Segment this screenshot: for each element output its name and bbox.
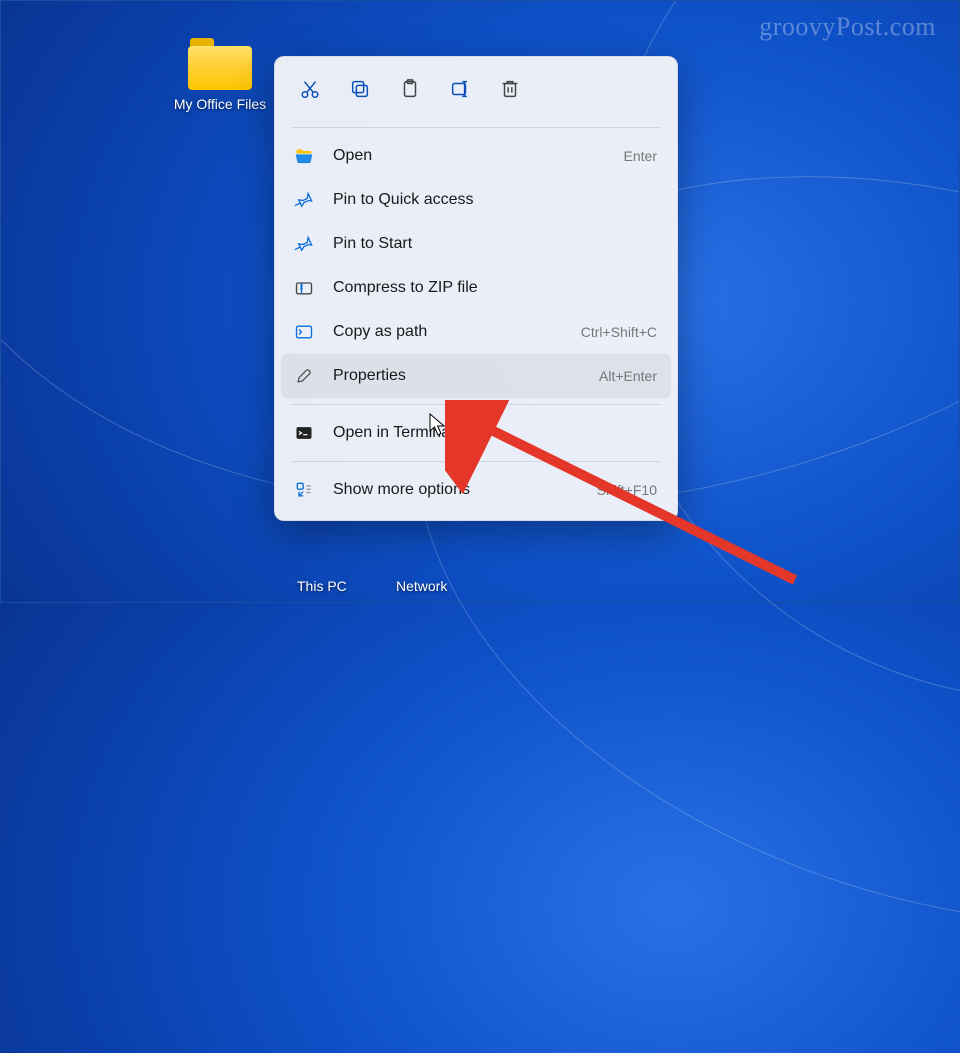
menu-item-label: Compress to ZIP file (333, 279, 639, 297)
menu-item-shortcut: Shift+F10 (597, 482, 657, 498)
open-folder-icon (293, 145, 315, 167)
context-menu-separator (291, 461, 661, 462)
menu-item-properties[interactable]: Properties Alt+Enter (281, 354, 671, 398)
menu-item-zip[interactable]: Compress to ZIP file (281, 266, 671, 310)
terminal-icon (293, 422, 315, 444)
desktop-folder[interactable]: My Office Files (170, 38, 270, 112)
properties-icon (293, 365, 315, 387)
cut-icon[interactable] (289, 69, 331, 109)
desktop-label-this-pc[interactable]: This PC (297, 578, 347, 594)
menu-item-label: Pin to Quick access (333, 191, 639, 209)
context-menu: Open Enter Pin to Quick access Pin to St… (274, 56, 678, 521)
pin-icon (293, 189, 315, 211)
menu-item-open[interactable]: Open Enter (281, 134, 671, 178)
menu-item-pin-quick[interactable]: Pin to Quick access (281, 178, 671, 222)
delete-icon[interactable] (489, 69, 531, 109)
menu-item-terminal[interactable]: Open in Terminal (281, 411, 671, 455)
context-menu-separator (291, 404, 661, 405)
rename-icon[interactable] (439, 69, 481, 109)
menu-item-label: Open in Terminal (333, 424, 639, 442)
menu-item-shortcut: Ctrl+Shift+C (581, 324, 657, 340)
pin-icon (293, 233, 315, 255)
menu-item-shortcut: Enter (624, 148, 657, 164)
menu-item-label: Open (333, 147, 606, 165)
copy-icon[interactable] (339, 69, 381, 109)
menu-item-shortcut: Alt+Enter (599, 368, 657, 384)
folder-icon (188, 38, 252, 90)
menu-item-label: Properties (333, 367, 581, 385)
context-menu-separator (291, 127, 661, 128)
watermark-text: groovyPost.com (759, 12, 936, 42)
menu-item-label: Show more options (333, 481, 579, 499)
desktop-folder-label: My Office Files (170, 96, 270, 112)
menu-item-pin-start[interactable]: Pin to Start (281, 222, 671, 266)
menu-item-label: Copy as path (333, 323, 563, 341)
desktop-label-network[interactable]: Network (396, 578, 447, 594)
zip-icon (293, 277, 315, 299)
copy-path-icon (293, 321, 315, 343)
context-menu-action-row (281, 65, 671, 121)
menu-item-copy-path[interactable]: Copy as path Ctrl+Shift+C (281, 310, 671, 354)
menu-item-more-options[interactable]: Show more options Shift+F10 (281, 468, 671, 512)
more-options-icon (293, 479, 315, 501)
paste-icon[interactable] (389, 69, 431, 109)
menu-item-label: Pin to Start (333, 235, 639, 253)
